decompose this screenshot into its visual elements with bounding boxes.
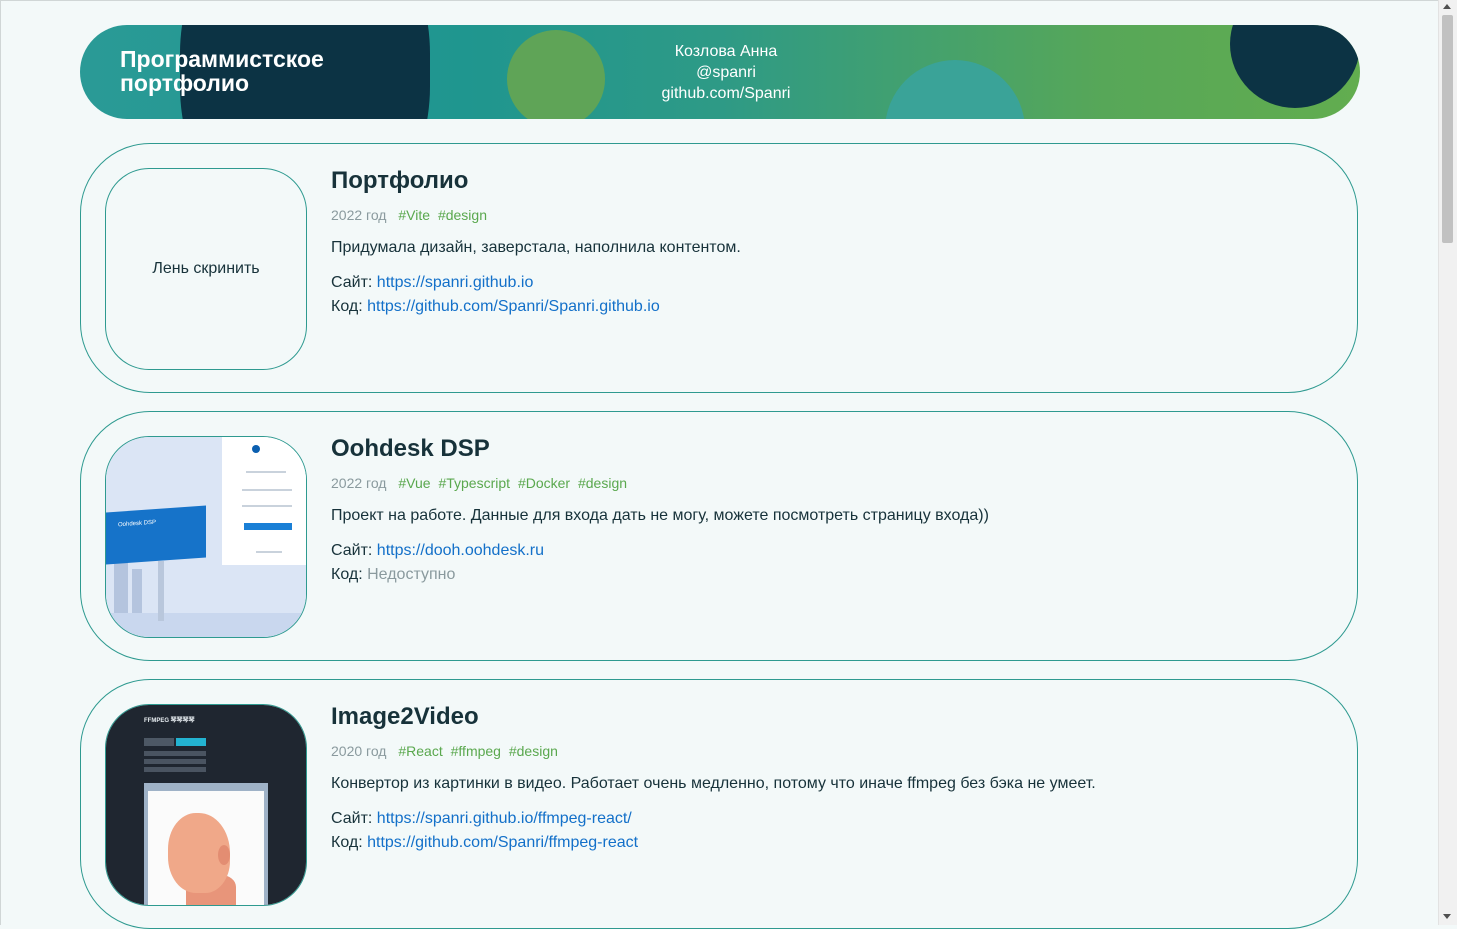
billboard-illustration xyxy=(106,505,206,565)
illustration-ground xyxy=(106,613,306,637)
project-tag: #ffmpeg xyxy=(450,743,501,759)
project-meta: 2022 год #Vite #design xyxy=(331,206,1311,224)
page-header: Программистское портфолио Козлова Анна @… xyxy=(80,25,1360,119)
project-title: Oohdesk DSP xyxy=(331,435,490,462)
project-title: Image2Video xyxy=(331,703,479,730)
project-card: Лень скринить Портфолио 2022 год #Vite #… xyxy=(80,143,1358,393)
head-illustration xyxy=(218,845,230,865)
project-links: Сайт: https://spanri.github.io Код: http… xyxy=(331,271,1311,319)
decorative-circle xyxy=(507,30,605,119)
login-line xyxy=(242,489,292,491)
project-tag: #design xyxy=(577,475,628,491)
code-link[interactable]: https://github.com/Spanri/ffmpeg-react xyxy=(367,834,638,851)
login-line xyxy=(246,471,286,473)
author-handle: @spanri xyxy=(696,64,756,81)
scroll-up-arrow-icon[interactable] xyxy=(1443,4,1451,9)
project-description: Проект на работе. Данные для входа дать … xyxy=(331,507,989,524)
project-content: Портфолио 2022 год #Vite #design Придума… xyxy=(331,166,1311,319)
illustration-building xyxy=(132,569,142,617)
project-content: Oohdesk DSP 2022 год #Vue #Typescript #D… xyxy=(331,434,1311,587)
thumbnail-field xyxy=(144,767,206,772)
login-button-illustration xyxy=(244,523,292,530)
decorative-circle xyxy=(1230,25,1360,108)
billboard-pole xyxy=(158,561,164,621)
project-description: Конвертор из картинки в видео. Работает … xyxy=(331,775,1096,792)
code-unavailable: Недоступно xyxy=(367,566,456,583)
site-label: Сайт: xyxy=(331,810,373,827)
project-tag: #Vite xyxy=(398,207,431,223)
site-link[interactable]: https://spanri.github.io xyxy=(377,274,534,291)
window-left-border xyxy=(0,0,1,925)
project-card: FFMPEG 琴琴琴琴 Image2Video 2020 год #React … xyxy=(80,679,1358,929)
code-label: Код: xyxy=(331,298,363,315)
project-tag: #design xyxy=(508,743,558,759)
project-year: 2022 год xyxy=(331,207,387,223)
author-github: github.com/Spanri xyxy=(661,85,791,102)
decorative-circle xyxy=(885,60,1025,119)
thumbnail-field xyxy=(144,751,206,756)
login-line xyxy=(242,505,292,507)
site-label: Сайт: xyxy=(331,274,373,291)
project-tag: #React xyxy=(398,743,443,759)
code-link[interactable]: https://github.com/Spanri/Spanri.github.… xyxy=(367,298,660,315)
project-tag: #Docker xyxy=(517,475,571,491)
scrollbar-thumb[interactable] xyxy=(1442,15,1453,243)
thumbnail-button xyxy=(144,738,174,746)
thumbnail-field xyxy=(144,759,206,764)
project-content: Image2Video 2020 год #React #ffmpeg #des… xyxy=(331,702,1311,855)
thumbnail-placeholder-text: Лень скринить xyxy=(152,260,260,277)
project-thumbnail: FFMPEG 琴琴琴琴 xyxy=(105,704,307,906)
site-label: Сайт: xyxy=(331,542,373,559)
project-card: Oohdesk DSP Oohdesk DSP 2022 год #Vue #T… xyxy=(80,411,1358,661)
header-contacts: Козлова Анна @spanri github.com/Spanri xyxy=(640,41,812,104)
project-description: Придумала дизайн, заверстала, наполнила … xyxy=(331,239,741,256)
logo-icon xyxy=(252,445,260,453)
project-meta: 2022 год #Vue #Typescript #Docker #desig… xyxy=(331,474,1311,492)
scroll-down-arrow-icon[interactable] xyxy=(1443,914,1451,919)
project-title: Портфолио xyxy=(331,167,469,194)
page-title: Программистское портфолио xyxy=(120,46,324,96)
project-links: Сайт: https://spanri.github.io/ffmpeg-re… xyxy=(331,807,1311,855)
thumbnail-app-title: FFMPEG 琴琴琴琴 xyxy=(144,718,195,724)
login-panel-illustration xyxy=(222,437,306,565)
project-tag: #Vue xyxy=(398,475,431,491)
author-name: Козлова Анна xyxy=(674,43,778,60)
thumbnail-button xyxy=(176,738,206,746)
site-link[interactable]: https://spanri.github.io/ffmpeg-react/ xyxy=(377,810,632,827)
vertical-scrollbar[interactable] xyxy=(1438,0,1457,925)
project-tag: #design xyxy=(437,207,487,223)
login-line xyxy=(256,551,282,553)
code-label: Код: xyxy=(331,566,363,583)
project-links: Сайт: https://dooh.oohdesk.ru Код: Недос… xyxy=(331,539,1311,587)
window-top-border xyxy=(0,0,1438,1)
project-tag: #Typescript xyxy=(438,475,511,491)
project-thumbnail: Oohdesk DSP xyxy=(105,436,307,638)
site-link[interactable]: https://dooh.oohdesk.ru xyxy=(377,542,544,559)
project-year: 2020 год xyxy=(331,743,387,759)
code-label: Код: xyxy=(331,834,363,851)
project-meta: 2020 год #React #ffmpeg #design xyxy=(331,742,1311,760)
illustration-building xyxy=(114,557,128,617)
project-year: 2022 год xyxy=(331,475,387,491)
project-thumbnail: Лень скринить xyxy=(105,168,307,370)
